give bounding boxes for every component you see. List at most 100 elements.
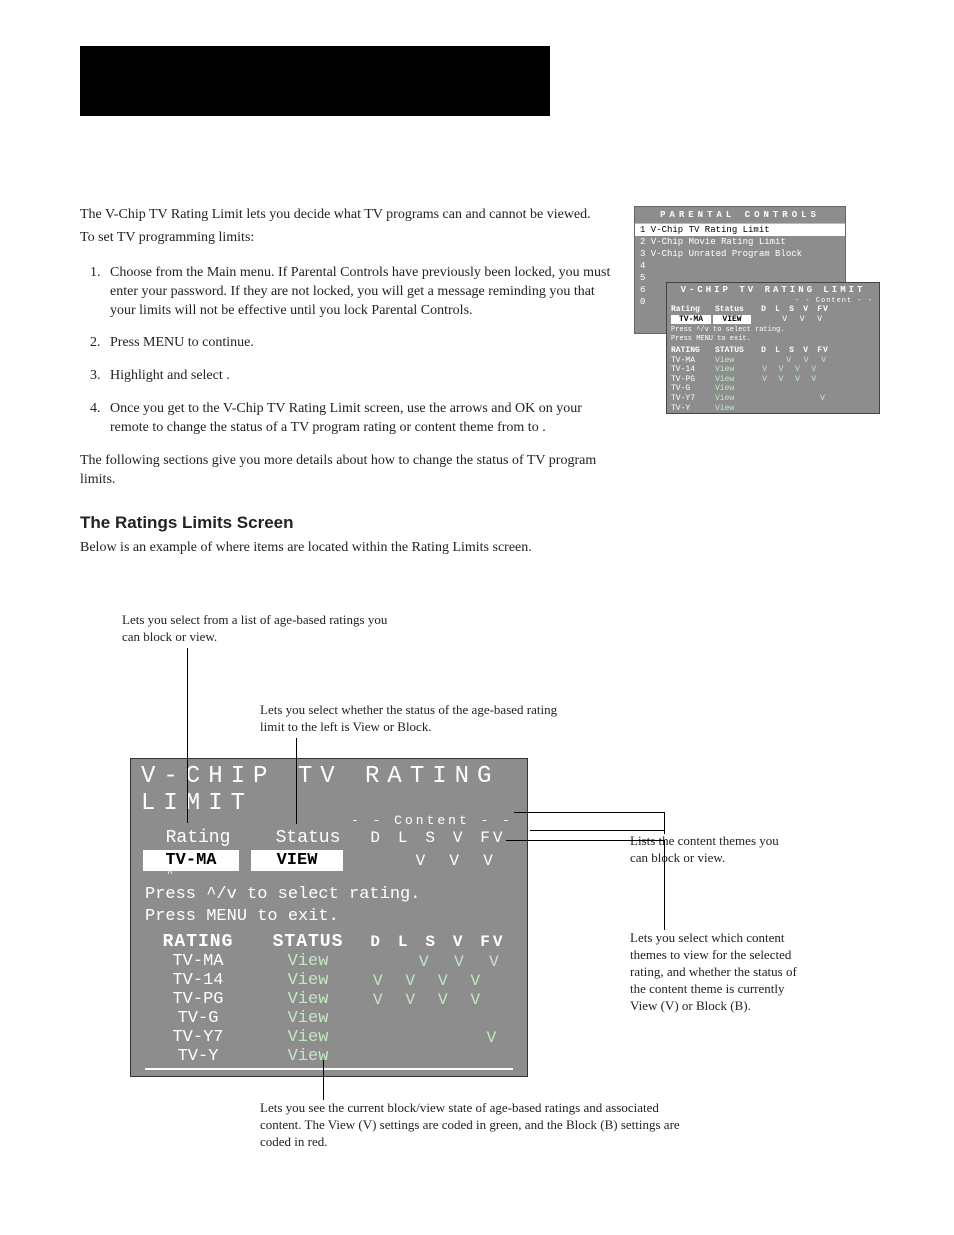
rating-row: TV-14ViewVVVV [667, 365, 879, 375]
header-black-bar [80, 46, 550, 116]
content-cell: V [471, 991, 484, 1009]
rating-row: TV-GView [667, 384, 879, 394]
osd-hdr2-status: STATUS [253, 932, 363, 952]
step-2: Press MENU to continue. [104, 334, 615, 353]
rating-row: TV-PGViewVVVV [131, 990, 527, 1009]
osd-hdr2-cols: DLSV FV [363, 933, 513, 951]
vchip-rating-limit-screen: V-CHIP TV RATING LIMIT - - Content - - R… [130, 758, 528, 1077]
osd-selected-row: TV-MA VIEW VVV [131, 850, 527, 871]
rating-cell: TV-PG [143, 990, 253, 1009]
content-cells: VVV [363, 953, 513, 971]
content-col: S [425, 829, 438, 847]
osd-title: V-CHIP TV RATING LIMIT [131, 759, 527, 817]
parental-controls-title: PARENTAL CONTROLS [635, 207, 845, 224]
osd-header2-row: RATING STATUS DLSV FV [131, 932, 527, 952]
content-col: V [453, 829, 466, 847]
content-col: D [370, 829, 383, 847]
content-cells: VVVV [363, 972, 513, 990]
rating-cell: TV-Y [143, 1047, 253, 1066]
rating-row: TV-Y7View V [131, 1028, 527, 1047]
content-col: V [483, 852, 493, 870]
menu-item: 1 V-Chip TV Rating Limit [635, 224, 845, 236]
content-cell: V [373, 991, 386, 1009]
content-col: D [761, 346, 767, 356]
step-3: Highlight and select . [104, 367, 615, 386]
content-cell: V [405, 972, 418, 990]
followup-p: The following sections give you more det… [80, 452, 615, 490]
steps-list: Choose from the Main menu. If Parental C… [80, 264, 615, 438]
header-row: Rating Status DLSVFV [667, 305, 879, 315]
osd-hdr2-rating: RATING [143, 932, 253, 952]
osd-rating-rows: TV-MAViewVVVTV-14ViewVVVVTV-PGViewVVVVTV… [131, 952, 527, 1066]
osd-hdr-rating: Rating [143, 828, 253, 848]
leader-line [506, 840, 664, 841]
osd-sel-cols: VVV [355, 852, 505, 870]
content-cells: V [363, 1029, 513, 1047]
header2-row: RATING STATUS DLSVFV [667, 346, 879, 356]
status-cell: View [253, 1028, 363, 1047]
content-col: V [817, 315, 823, 325]
hdr-status: Status [715, 305, 757, 315]
rating-cell: TV-G [143, 1009, 253, 1028]
content-col: L [775, 305, 781, 315]
content-col: V [449, 852, 459, 870]
content-col: V [453, 933, 466, 951]
status-cell: View [253, 971, 363, 990]
content-col: L [775, 346, 781, 356]
content-cell: V [471, 972, 484, 990]
content-cells: VVVV [363, 991, 513, 1009]
content-col: FV [480, 829, 505, 847]
leader-line [514, 812, 664, 813]
menu-item: 3 V-Chip Unrated Program Block [635, 248, 845, 260]
content-col: L [398, 933, 411, 951]
step-4: Once you get to the V-Chip TV Rating Lim… [104, 400, 615, 438]
leader-line [530, 830, 664, 831]
callout-content-themes: Lists the content themes you can block o… [630, 833, 780, 867]
content-col: S [425, 933, 438, 951]
rating-row: TV-Y7ViewV [667, 394, 879, 404]
rating-row: TV-YView [131, 1047, 527, 1066]
hdr-content-cols: DLSVFV [757, 305, 833, 315]
content-col: D [370, 933, 383, 951]
rating-row: TV-GView [131, 1009, 527, 1028]
content-cell: V [487, 1029, 500, 1047]
vchip-title: V-CHIP TV RATING LIMIT [667, 283, 879, 297]
leader-line [323, 1060, 324, 1100]
rating-cell: TV-14 [143, 971, 253, 990]
sel-rating: TV-MA [671, 315, 711, 325]
content-cell: V [438, 972, 451, 990]
content-col: L [398, 829, 411, 847]
leader-line [296, 738, 297, 824]
osd-hdr-status: Status [253, 828, 363, 848]
content-col: V [803, 346, 809, 356]
menu-item: 4 [635, 260, 845, 272]
status-cell: View [253, 952, 363, 971]
rating-cell: TV-Y7 [143, 1028, 253, 1047]
osd-underline [145, 1068, 513, 1070]
selected-row: TV-MA VIEW VVV [667, 315, 879, 325]
rating-row: TV-MAViewVVV [667, 356, 879, 366]
content-cell: V [419, 953, 432, 971]
content-col: V [800, 315, 806, 325]
osd-hint: Press ^/v to select rating. Press MENU t… [131, 882, 527, 930]
sel-status: VIEW [713, 315, 751, 325]
intro-p2: To set TV programming limits: [80, 229, 615, 248]
content-col: D [761, 305, 767, 315]
content-col: FV [480, 933, 505, 951]
rating-row: TV-MAViewVVV [131, 952, 527, 971]
status-cell: View [253, 1047, 363, 1066]
rating-rows: TV-MAViewVVVTV-14ViewVVVVTV-PGViewVVVVTV… [667, 356, 879, 414]
rating-cell: TV-MA [143, 952, 253, 971]
osd-sel-status: VIEW [251, 850, 343, 871]
intro-p1: The V-Chip TV Rating Limit lets you deci… [80, 206, 615, 225]
content-col: FV [817, 305, 829, 315]
leader-line [187, 648, 188, 823]
hdr2-status: STATUS [715, 346, 757, 356]
hdr2-rating: RATING [671, 346, 715, 356]
hdr-rating: Rating [671, 305, 715, 315]
status-cell: View [253, 1009, 363, 1028]
callout-rating-field: Lets you select from a list of age-based… [122, 612, 392, 646]
vchip-rating-limit-panel: V-CHIP TV RATING LIMIT - - Content - - R… [666, 282, 880, 414]
sel-content-cols: VVV [753, 315, 829, 325]
osd-hdr-cols: DLSV FV [363, 829, 513, 847]
